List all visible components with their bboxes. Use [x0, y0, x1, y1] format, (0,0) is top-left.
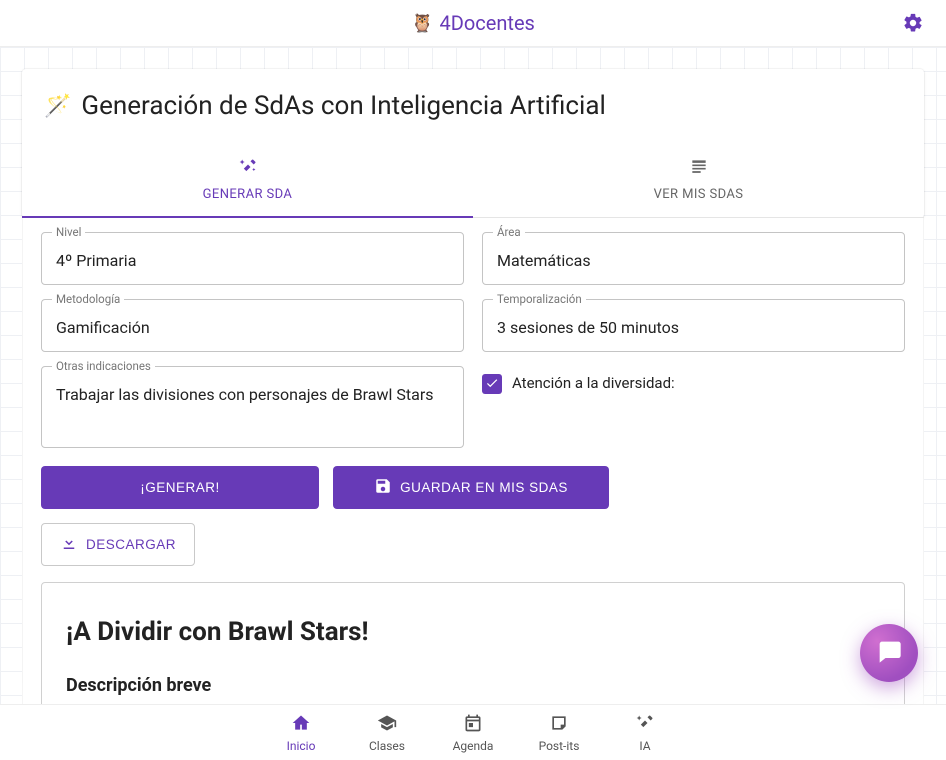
- nav-clases-label: Clases: [369, 739, 405, 753]
- page-title-row: 🪄 Generación de SdAs con Inteligencia Ar…: [22, 69, 924, 139]
- page-title: Generación de SdAs con Inteligencia Arti…: [81, 91, 605, 121]
- brand: 🦉 4Docentes: [411, 11, 535, 35]
- area-input[interactable]: [497, 251, 890, 270]
- diversidad-row: Atención a la diversidad:: [482, 366, 905, 448]
- chat-icon: [875, 637, 903, 669]
- owl-icon: 🦉: [411, 13, 433, 34]
- page-title-card: 🪄 Generación de SdAs con Inteligencia Ar…: [22, 69, 924, 218]
- tab-view-label: VER MIS SDAS: [654, 187, 744, 202]
- brand-text: 4Docentes: [440, 11, 535, 35]
- gear-icon: [902, 19, 924, 38]
- generate-button[interactable]: ¡GENERAR!: [41, 466, 319, 509]
- list-icon: [473, 157, 924, 181]
- temporalizacion-label: Temporalización: [493, 292, 586, 306]
- nav-clases[interactable]: Clases: [363, 713, 411, 753]
- temporalizacion-input[interactable]: [497, 318, 890, 337]
- area-label: Área: [493, 225, 525, 239]
- download-button[interactable]: DESCARGAR: [41, 523, 195, 566]
- nivel-label: Nivel: [52, 225, 85, 239]
- tabs: GENERAR SDA VER MIS SDAS: [22, 139, 924, 218]
- check-icon: [485, 375, 499, 394]
- metodologia-input[interactable]: [56, 318, 449, 337]
- school-icon: [377, 713, 397, 736]
- generate-label: ¡GENERAR!: [140, 480, 220, 495]
- nav-agenda-label: Agenda: [453, 739, 494, 753]
- nav-postits[interactable]: Post-its: [535, 713, 583, 753]
- note-icon: [549, 713, 569, 736]
- result-box: ¡A Dividir con Brawl Stars! Descripción …: [41, 582, 905, 704]
- diversidad-checkbox[interactable]: [482, 374, 502, 394]
- result-title: ¡A Dividir con Brawl Stars!: [66, 617, 880, 647]
- metodologia-label: Metodología: [52, 292, 124, 306]
- form-grid: Nivel Área Metodología Temporalización O…: [41, 232, 905, 448]
- area-field[interactable]: Área: [482, 232, 905, 285]
- save-button[interactable]: GUARDAR EN MIS SDAS: [333, 466, 609, 509]
- nav-agenda[interactable]: Agenda: [449, 713, 497, 753]
- content-scroll[interactable]: 🪄 Generación de SdAs con Inteligencia Ar…: [0, 47, 946, 704]
- nav-ia[interactable]: IA: [621, 713, 669, 753]
- app-header: 🦉 4Docentes: [0, 0, 946, 47]
- result-subtitle: Descripción breve: [66, 675, 880, 696]
- nav-ia-label: IA: [639, 739, 650, 753]
- auto-fix-icon: [22, 157, 473, 181]
- nav-inicio-label: Inicio: [287, 739, 316, 753]
- save-label: GUARDAR EN MIS SDAS: [400, 480, 568, 495]
- tab-generate[interactable]: GENERAR SDA: [22, 139, 473, 218]
- calendar-icon: [463, 713, 483, 736]
- metodologia-field[interactable]: Metodología: [41, 299, 464, 352]
- home-icon: [291, 713, 311, 736]
- download-icon: [60, 534, 78, 555]
- wand-icon: 🪄: [44, 94, 71, 119]
- save-icon: [374, 477, 392, 498]
- tab-generate-label: GENERAR SDA: [203, 187, 293, 202]
- chat-button[interactable]: [860, 624, 918, 682]
- download-row: DESCARGAR: [41, 523, 905, 566]
- diversidad-label: Atención a la diversidad:: [512, 374, 675, 392]
- otras-label: Otras indicaciones: [52, 359, 155, 373]
- nivel-field[interactable]: Nivel: [41, 232, 464, 285]
- tab-view-sdas[interactable]: VER MIS SDAS: [473, 139, 924, 217]
- nav-postits-label: Post-its: [539, 739, 580, 753]
- temporalizacion-field[interactable]: Temporalización: [482, 299, 905, 352]
- download-label: DESCARGAR: [86, 537, 176, 552]
- settings-button[interactable]: [902, 12, 924, 38]
- nav-inicio[interactable]: Inicio: [277, 713, 325, 753]
- otras-field[interactable]: Otras indicaciones: [41, 366, 464, 448]
- form-panel: Nivel Área Metodología Temporalización O…: [22, 218, 924, 704]
- bottom-nav: Inicio Clases Agenda Post-its IA: [0, 704, 946, 760]
- magic-icon: [635, 713, 655, 736]
- nivel-input[interactable]: [56, 251, 449, 270]
- otras-input[interactable]: [56, 385, 449, 404]
- button-row: ¡GENERAR! GUARDAR EN MIS SDAS: [41, 466, 905, 509]
